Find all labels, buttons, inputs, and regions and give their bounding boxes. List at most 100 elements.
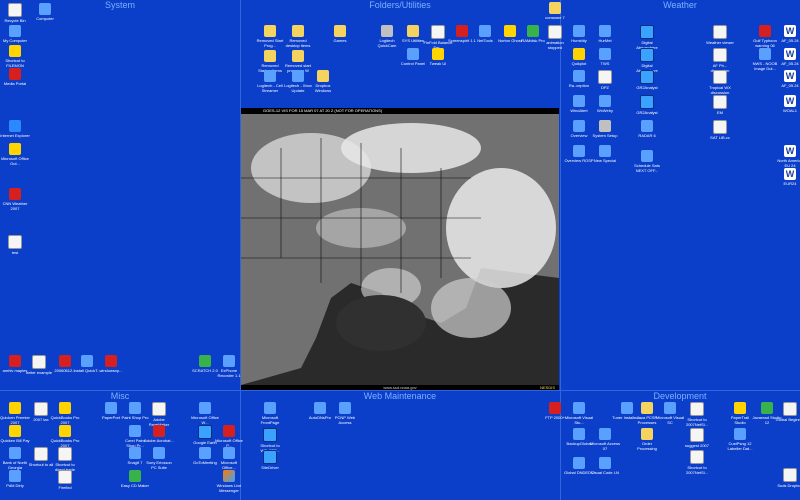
shortcut-label: TWS xyxy=(600,61,610,66)
desktop-shortcut[interactable]: Weather viewer xyxy=(705,25,735,45)
desktop-shortcut[interactable]: GR2Analyst xyxy=(632,95,662,115)
desktop-shortcut[interactable]: New Special xyxy=(590,145,620,163)
desktop-shortcut[interactable]: Tropical WX discussion xyxy=(705,70,735,95)
desktop-shortcut[interactable]: Shortcut to 2007NetSi... xyxy=(682,450,712,475)
shortcut-label: WOAL1 xyxy=(782,108,797,113)
desktop-shortcut[interactable]: SiteDriver xyxy=(255,450,285,470)
desktop-shortcut[interactable]: RADAR 6 xyxy=(632,120,662,138)
desktop-shortcut[interactable]: suggest 2007 xyxy=(682,428,712,448)
radar-icon xyxy=(641,120,653,132)
gr2-icon xyxy=(640,70,654,84)
shortcut-label: AF_05.24 xyxy=(781,38,799,43)
desktop-shortcut[interactable]: Microsoft Visual SC xyxy=(655,402,685,425)
desktop-shortcut[interactable]: Microsoft Office P... xyxy=(214,425,244,448)
desktop-shortcut[interactable]: Schedule Sats NEXT OFF... xyxy=(632,150,662,173)
hurricane-icon xyxy=(599,25,611,37)
shortcut-label: Schedule Sats NEXT OFF... xyxy=(634,163,660,173)
desktop-shortcut[interactable]: Microsoft Office... xyxy=(214,447,244,470)
desktop-shortcut[interactable]: WxWeby xyxy=(590,95,620,113)
desktop-shortcut[interactable]: Visual Code LN xyxy=(590,457,620,475)
desktop-shortcut[interactable]: PaperTrail Studio xyxy=(725,402,755,425)
shortcut-label: RADAR 6 xyxy=(638,133,656,138)
desktop-shortcut[interactable]: Suds Dropbox xyxy=(775,468,800,488)
desktop-shortcut[interactable]: CustPsng 12 Labeller Dat... xyxy=(725,428,755,451)
desktop-shortcut[interactable]: PdM Dirty xyxy=(0,470,30,488)
desktop-shortcut[interactable]: Microsoft Visual Stu... xyxy=(564,402,594,425)
folder-icon xyxy=(641,428,653,440)
doc-icon xyxy=(783,468,797,482)
desktop-shortcut[interactable]: Easy CD Maker xyxy=(120,470,150,488)
desktop-shortcut[interactable]: Shortcut to FILEMON xyxy=(0,45,30,68)
shortcut-label: Microsoft Access 07 xyxy=(590,441,620,451)
desktop-shortcut[interactable]: QuickBooks Pro 2007 xyxy=(50,402,80,425)
desktop-shortcut[interactable]: Shortcut to 2007NetSi... xyxy=(682,402,712,427)
folder-icon xyxy=(407,25,419,37)
desktop-shortcut[interactable]: Microsoft Access 07 xyxy=(590,428,620,451)
shortcut-label: PdM Dirty xyxy=(6,483,24,488)
desktop-shortcut[interactable]: Shortcut to all xyxy=(26,447,56,467)
desktop-shortcut[interactable]: CNN Weather 2007 xyxy=(0,188,30,211)
desktop-shortcut[interactable]: System Setup xyxy=(590,120,620,138)
desktop-shortcut[interactable]: Microsoft FrontPage xyxy=(255,402,285,425)
desktop-shortcut[interactable]: Order Processing xyxy=(632,428,662,451)
desktop-shortcut[interactable]: W WOAL1 xyxy=(775,95,800,113)
section-title-development: Development xyxy=(653,391,707,401)
desktop-shortcut[interactable]: Sony Ericsson PC Suite xyxy=(144,447,174,470)
desktop-shortcut[interactable]: Windows Live Messenger xyxy=(214,470,244,493)
desktop-shortcut[interactable]: DPZ xyxy=(590,70,620,90)
desktop-shortcut[interactable]: EM xyxy=(705,95,735,115)
desktop-shortcut[interactable]: W EUR24 xyxy=(775,168,800,186)
logitech-icon xyxy=(292,70,304,82)
word-icon: W xyxy=(784,25,796,37)
desktop-shortcut[interactable]: Games xyxy=(325,25,355,43)
shortcut-label: HurMet xyxy=(598,38,612,43)
desktop-shortcut[interactable]: Dropbox Windows xyxy=(308,70,338,93)
adobe-icon xyxy=(152,402,166,416)
desktop-shortcut[interactable]: W AF_05.24 xyxy=(775,48,800,66)
desktop-shortcut[interactable]: Logitech - Cell Streamer xyxy=(255,70,285,93)
desktop-shortcut[interactable]: ExPhone Recorder 1.1 xyxy=(214,355,244,378)
shortcut-label: CustPsng 12 Labeller Dat... xyxy=(727,441,753,451)
desktop-shortcut[interactable]: Removed desktop items xyxy=(283,25,313,48)
desktop-shortcut[interactable]: Media Portal xyxy=(0,68,30,86)
desktop-shortcut[interactable]: W AF_05.24 xyxy=(775,70,800,88)
desktop-shortcut[interactable]: W AF_05.24 xyxy=(775,25,800,43)
desktop[interactable]: System Folders/Utilities Weather Misc We… xyxy=(0,0,800,500)
desktop-shortcut[interactable]: Removed Start Prog... xyxy=(255,25,285,48)
shortcut-label: Adobe Acrobat... xyxy=(144,438,174,443)
desktop-shortcut[interactable]: Firefixd xyxy=(50,470,80,490)
desktop-shortcut[interactable]: Computer xyxy=(30,3,60,21)
setup-icon xyxy=(599,120,611,132)
desktop-shortcut[interactable]: SAT LIB.cc xyxy=(705,120,735,140)
scratch-icon xyxy=(199,355,211,367)
desktop-shortcut[interactable]: My Computer xyxy=(0,25,30,43)
javaread-icon xyxy=(761,402,773,414)
desktop-shortcut[interactable]: Tweak UI xyxy=(423,48,453,66)
desktop-shortcut[interactable]: WNorth America EU 24 xyxy=(775,145,800,168)
desktop-shortcut[interactable]: TWS xyxy=(590,48,620,66)
desktop-shortcut[interactable]: GR2Analyst xyxy=(632,70,662,90)
desktop-shortcut[interactable]: Microsoft Office W... xyxy=(190,402,220,425)
doc-icon xyxy=(598,70,612,84)
shortcut-label: AF_05.24 xyxy=(781,61,799,66)
desktop-shortcut[interactable]: Internet Explorer xyxy=(0,120,30,138)
desktop-shortcut[interactable]: windowsxp... xyxy=(96,355,126,373)
shortcut-label: Weather viewer xyxy=(706,40,734,45)
section-title-webmaint: Web Maintenance xyxy=(363,391,437,401)
labeller-icon xyxy=(734,428,746,440)
desktop-shortcut[interactable]: Microsoft Office Out... xyxy=(0,143,30,166)
desktop-shortcut[interactable]: Digital Atmosphere xyxy=(632,25,662,50)
desktop-shortcut[interactable]: Quicken Bill Pay xyxy=(0,425,30,443)
desktop-shortcut[interactable]: comware 7 xyxy=(540,2,570,20)
desktop-shortcut[interactable]: Adobe PageMaker xyxy=(144,402,174,427)
document-icon xyxy=(8,235,22,249)
desktop-shortcut[interactable]: test xyxy=(0,235,30,255)
doc-icon xyxy=(548,25,562,39)
adobe-icon xyxy=(153,425,165,437)
desktop-shortcut[interactable]: Adobe Acrobat... xyxy=(144,425,174,443)
desktop-shortcut[interactable]: Recycle Bin xyxy=(0,3,30,23)
desktop-shortcut[interactable]: PCNP Web Access xyxy=(330,402,360,425)
desktop-shortcut[interactable]: Global Beginner xyxy=(775,402,800,422)
desktop-shortcut[interactable]: QuickBooks Pro 2007 xyxy=(50,425,80,448)
desktop-shortcut[interactable]: HurMet xyxy=(590,25,620,43)
